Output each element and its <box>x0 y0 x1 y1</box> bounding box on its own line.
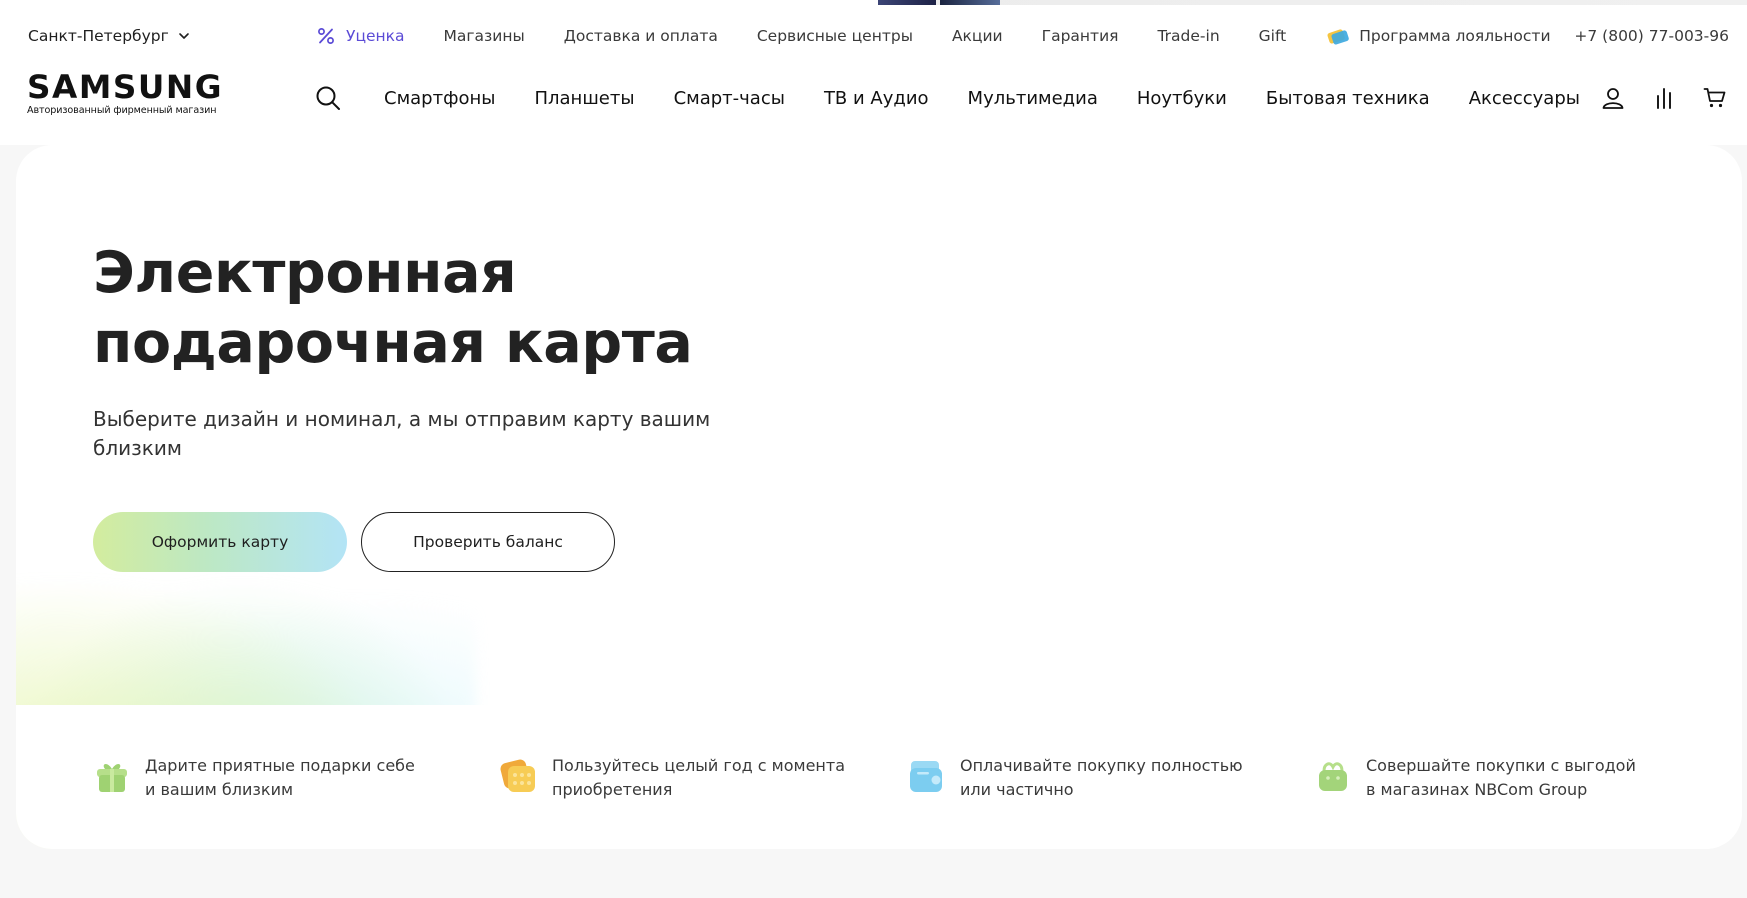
nav-item-smartwatches[interactable]: Смарт-часы <box>674 88 785 109</box>
user-icon[interactable] <box>1601 86 1625 110</box>
top-nav-trade-in[interactable]: Trade-in <box>1157 27 1219 45</box>
nav-item-tv-audio[interactable]: ТВ и Аудио <box>824 88 929 109</box>
feature-text-line: Дарите приятные подарки себе <box>145 756 415 775</box>
top-nav-gift[interactable]: Gift <box>1259 27 1287 45</box>
feature-item: Совершайте покупки с выгодой в магазинах… <box>1314 754 1636 802</box>
top-nav-label: Уценка <box>346 27 405 45</box>
feature-text-line: и вашим близким <box>145 780 294 799</box>
feature-text-line: Оплачивайте покупку полностью <box>960 756 1243 775</box>
feature-text-line: Совершайте покупки с выгодой <box>1366 756 1636 775</box>
compare-icon[interactable] <box>1652 86 1676 110</box>
top-nav-warranty[interactable]: Гарантия <box>1042 27 1119 45</box>
feature-text-line: в магазинах NBCom Group <box>1366 780 1588 799</box>
feature-text-line: приобретения <box>552 780 673 799</box>
feature-text: Оплачивайте покупку полностью или частич… <box>960 754 1243 802</box>
feature-text: Пользуйтесь целый год с момента приобрет… <box>552 754 845 802</box>
nav-item-multimedia[interactable]: Мультимедиа <box>968 88 1098 109</box>
logo-wordmark: SAMSUNG <box>27 68 224 106</box>
nav-item-laptops[interactable]: Ноутбуки <box>1137 88 1227 109</box>
top-nav: Уценка Магазины Доставка и оплата Сервис… <box>316 24 1551 48</box>
top-nav-loyalty[interactable]: Программа лояльности <box>1325 26 1551 46</box>
hero-subtitle-line: Выберите дизайн и номинал, а мы отправим… <box>93 407 711 431</box>
main-nav: Смартфоны Планшеты Смарт-часы ТВ и Аудио… <box>384 84 1580 112</box>
chevron-down-icon <box>178 33 189 39</box>
gift-icon <box>97 764 127 792</box>
search-icon[interactable] <box>314 84 342 112</box>
feature-text: Совершайте покупки с выгодой в магазинах… <box>1366 754 1636 802</box>
top-nav-promotions[interactable]: Акции <box>952 27 1003 45</box>
top-nav-label: Программа лояльности <box>1359 27 1551 45</box>
phone-number[interactable]: +7 (800) 77-003-96 <box>1574 24 1729 48</box>
loyalty-cards-icon <box>1327 29 1350 45</box>
order-card-button[interactable]: Оформить карту <box>93 512 347 572</box>
top-nav-service-centers[interactable]: Сервисные центры <box>757 27 913 45</box>
feature-item: Оплачивайте покупку полностью или частич… <box>908 754 1243 802</box>
top-nav-delivery[interactable]: Доставка и оплата <box>564 27 718 45</box>
top-nav-stores[interactable]: Магазины <box>444 27 525 45</box>
nav-item-smartphones[interactable]: Смартфоны <box>384 88 495 109</box>
page-title-line: Электронная <box>93 240 517 306</box>
logo-subtitle: Авторизованный фирменный магазин <box>27 105 217 116</box>
store-logo[interactable]: SAMSUNG Авторизованный фирменный магазин <box>27 70 222 116</box>
banner-thumb <box>940 0 1000 5</box>
hero-subtitle: Выберите дизайн и номинал, а мы отправим… <box>93 405 733 463</box>
nav-item-appliances[interactable]: Бытовая техника <box>1266 88 1430 109</box>
feature-item: Пользуйтесь целый год с момента приобрет… <box>500 754 845 802</box>
feature-text-line: или частично <box>960 780 1074 799</box>
check-balance-button[interactable]: Проверить баланс <box>361 512 615 572</box>
wallet-icon <box>910 761 942 792</box>
percent-icon <box>318 28 334 44</box>
top-nav-discount[interactable]: Уценка <box>316 26 405 46</box>
calendar-icon <box>500 759 535 792</box>
header-actions <box>1601 84 1727 112</box>
nav-item-tablets[interactable]: Планшеты <box>534 88 634 109</box>
page-title-line: подарочная карта <box>93 310 693 376</box>
top-banner-strip[interactable] <box>878 0 1747 5</box>
feature-text: Дарите приятные подарки себе и вашим бли… <box>145 754 415 802</box>
city-selector[interactable]: Санкт-Петербург <box>28 24 191 48</box>
nav-item-accessories[interactable]: Аксессуары <box>1469 88 1580 109</box>
feature-item: Дарите приятные подарки себе и вашим бли… <box>93 754 415 802</box>
banner-thumb <box>878 0 936 5</box>
feature-text-line: Пользуйтесь целый год с момента <box>552 756 845 775</box>
hero-subtitle-line: близким <box>93 436 182 460</box>
hero-card: Электронная подарочная карта Выберите ди… <box>16 145 1742 849</box>
cart-icon[interactable] <box>1703 86 1727 110</box>
city-label: Санкт-Петербург <box>28 27 169 45</box>
site-header: Санкт-Петербург Уценка Магазины Доставка… <box>0 0 1747 145</box>
shopping-bag-icon <box>1319 762 1347 791</box>
page-title: Электронная подарочная карта <box>93 238 793 378</box>
